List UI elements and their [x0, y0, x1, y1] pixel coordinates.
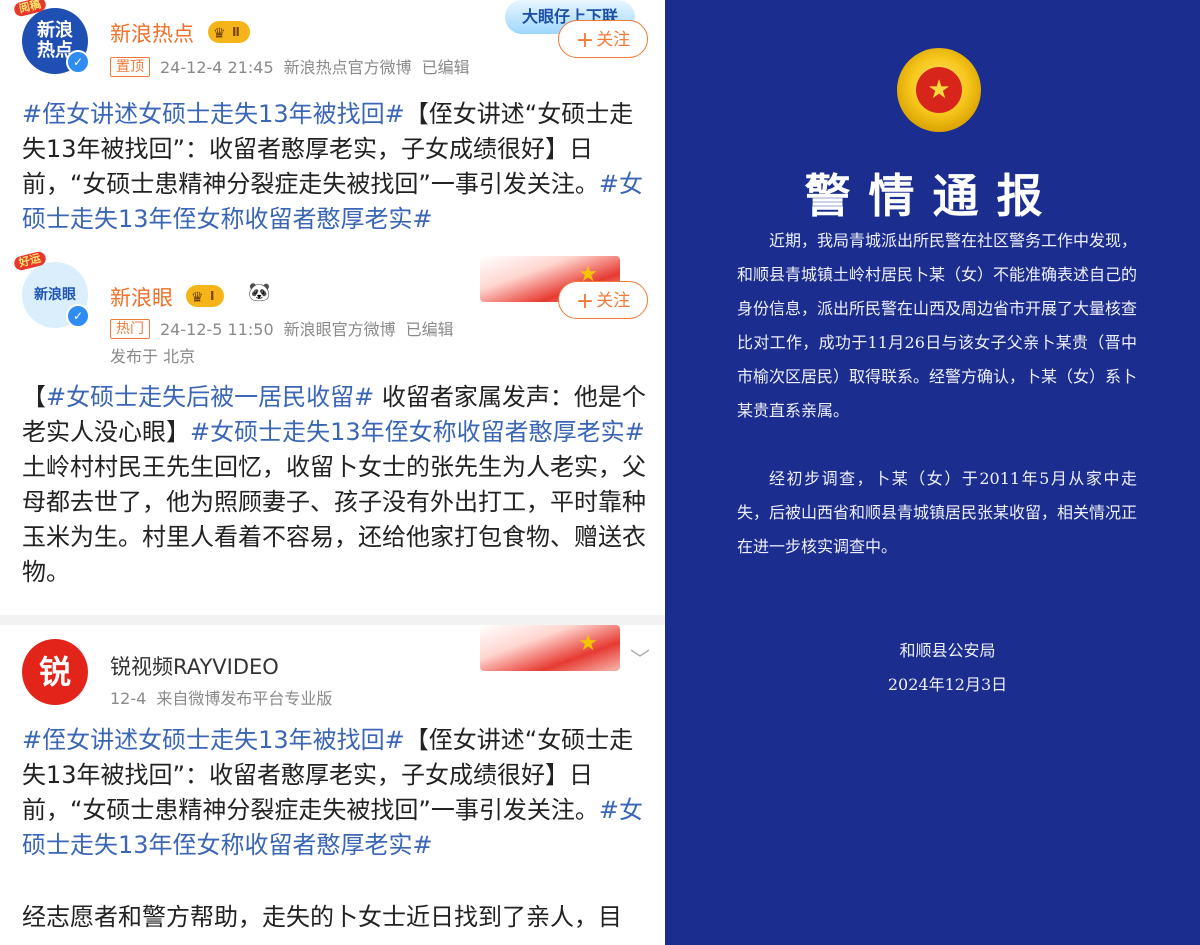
star-icon: ★ [578, 631, 598, 656]
avatar-ribbon: 好运 [12, 250, 48, 272]
notice-issuer: 和顺县公安局 [899, 641, 996, 660]
crown-icon: ♛ [191, 290, 204, 306]
level-text: Ⅱ [232, 25, 240, 39]
level-badge: ♛ Ⅱ [208, 21, 250, 43]
post-time: 24-12-5 11:50 [160, 320, 274, 339]
post-time: 12-4 [110, 689, 147, 708]
post-source: 新浪热点官方微博 [283, 58, 412, 77]
plus-icon: + [575, 289, 595, 314]
post-meta: 12-4 来自微博发布平台专业版 [110, 685, 332, 709]
username[interactable]: 新浪眼 [110, 282, 173, 312]
post-body: 【#女硕士走失后被一居民收留# 收留者家属发声：他是个老实人没心眼】#女硕士走失… [22, 380, 647, 590]
post-body-continued: 经志愿者和警方帮助，走失的卜女士近日找到了亲人，目 [22, 903, 622, 931]
police-notice: ★ 警情通报 近期，我局青城派出所民警在社区警务工作中发现，和顺县青城镇土岭村居… [665, 0, 1200, 945]
hashtag-link[interactable]: #侄女讲述女硕士走失13年被找回# [22, 726, 405, 754]
hot-tag: 热门 [110, 319, 150, 339]
notice-paragraph-2: 经初步调查，卜某（女）于2011年5月从家中走失，后被山西省和顺县青城镇居民张某… [737, 469, 1138, 556]
avatar[interactable]: 锐 [22, 639, 88, 705]
post-divider [0, 615, 665, 625]
panda-icon: 🐼 [248, 282, 271, 303]
emblem-star-icon: ★ [916, 67, 962, 113]
avatar-ribbon: 阅稿 [12, 0, 48, 18]
username[interactable]: 锐视频RAYVIDEO [110, 651, 279, 681]
follow-label: 关注 [596, 291, 631, 311]
hashtag-link[interactable]: #侄女讲述女硕士走失13年被找回# [22, 100, 405, 128]
post-body: #侄女讲述女硕士走失13年被找回#【侄女讲述“女硕士走失13年被找回”：收留者憨… [22, 723, 647, 863]
hashtag-link[interactable]: #女硕士走失后被一居民收留# [46, 383, 374, 411]
plus-icon: + [575, 28, 595, 53]
post-rayvideo: 锐 锐视频RAYVIDEO ★ ﹀ 12-4 来自微博发布平台专业版 #侄女讲述女… [0, 625, 665, 945]
post-source: 来自微博发布平台专业版 [156, 689, 333, 708]
follow-label: 关注 [596, 30, 631, 50]
post-location: 发布于 北京 [110, 347, 196, 366]
follow-button[interactable]: + 关注 [558, 281, 648, 319]
banner-image: ★ [480, 625, 620, 671]
edited-label: 已编辑 [405, 320, 454, 339]
username[interactable]: 新浪热点 [110, 18, 194, 48]
avatar-text: 新浪眼 [34, 287, 76, 303]
chevron-down-icon[interactable]: ﹀ [630, 643, 650, 672]
verified-icon: ✓ [66, 304, 90, 328]
pinned-tag: 置顶 [110, 57, 150, 77]
post-text: 【 [22, 383, 46, 411]
post-source: 新浪眼官方微博 [283, 320, 396, 339]
verified-icon: ✓ [66, 50, 90, 74]
avatar[interactable]: 好运 新浪眼 ✓ [12, 250, 90, 328]
avatar[interactable]: 阅稿 新浪热点 ✓ [12, 0, 90, 74]
post-text: 土岭村村民王先生回忆，收留卜女士的张先生为人老实，父母都去世了，他为照顾妻子、孩… [22, 453, 646, 586]
follow-button[interactable]: + 关注 [558, 20, 648, 58]
post-meta: 置顶 24-12-4 21:45 新浪热点官方微博 已编辑 [110, 54, 470, 78]
post-sina-eye: 好运 新浪眼 ✓ 新浪眼 ♛ Ⅰ 🐼 ★ + 关注 热门 24-12-5 11:50… [0, 250, 665, 615]
post-meta: 热门 24-12-5 11:50 新浪眼官方微博 已编辑 [110, 316, 454, 340]
level-badge: ♛ Ⅰ [186, 285, 225, 307]
hashtag-link[interactable]: #女硕士走失13年侄女称收留者憨厚老实# [190, 418, 645, 446]
police-emblem-icon: ★ [897, 48, 981, 132]
level-text: Ⅰ [210, 289, 215, 303]
notice-paragraph-1: 近期，我局青城派出所民警在社区警务工作中发现，和顺县青城镇土岭村居民卜某（女）不… [737, 231, 1138, 420]
post-sina-hot: 阅稿 新浪热点 ✓ 新浪热点 ♛ Ⅱ 大眼仔上下联 + 关注 置顶 24-12-4 … [0, 0, 665, 250]
edited-label: 已编辑 [421, 58, 470, 77]
notice-title: 警情通报 [804, 169, 1061, 223]
post-body: #侄女讲述女硕士走失13年被找回#【侄女讲述“女硕士走失13年被找回”：收留者憨… [22, 97, 647, 237]
crown-icon: ♛ [213, 26, 226, 42]
avatar-text: 锐 [38, 653, 71, 691]
notice-date: 2024年12月3日 [887, 675, 1008, 694]
post-time: 24-12-4 21:45 [160, 58, 274, 77]
weibo-feed: 阅稿 新浪热点 ✓ 新浪热点 ♛ Ⅱ 大眼仔上下联 + 关注 置顶 24-12-4 … [0, 0, 665, 945]
